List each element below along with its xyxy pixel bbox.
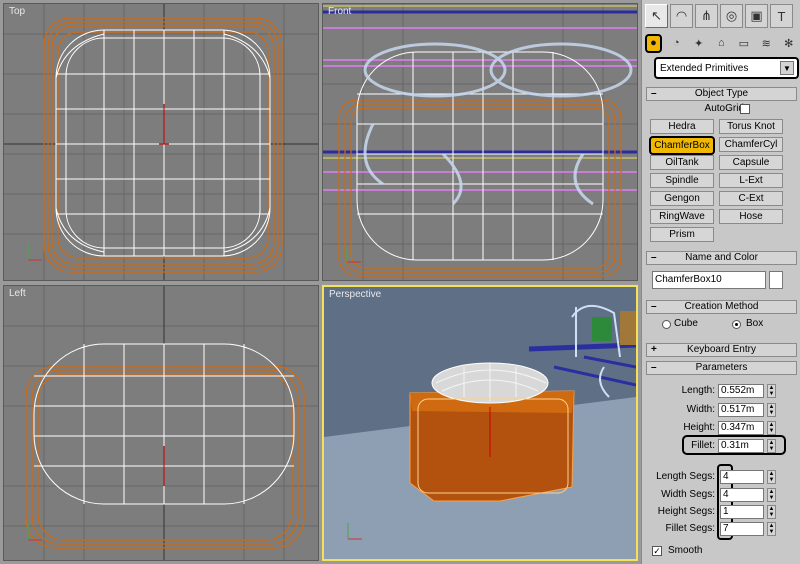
rollout-creation-method[interactable]: – Creation Method: [646, 300, 797, 314]
fillet-segs-field[interactable]: 7: [720, 522, 764, 536]
ringwave-button[interactable]: RingWave: [650, 209, 714, 224]
rollout-parameters[interactable]: – Parameters: [646, 361, 797, 375]
cube-radio-label: Cube: [674, 318, 698, 329]
spindle-button[interactable]: Spindle: [650, 173, 714, 188]
fillet-segs-label: Fillet Segs:: [665, 523, 715, 534]
collapse-icon: –: [651, 252, 657, 263]
capsule-button[interactable]: Capsule: [719, 155, 783, 170]
viewport-label-perspective[interactable]: Perspective: [329, 289, 381, 300]
length-spinner[interactable]: ▲ ▼: [767, 384, 776, 398]
smooth-label: Smooth: [668, 545, 703, 556]
rollout-creation-method-title: Creation Method: [684, 301, 759, 312]
cameras-icon[interactable]: ⌂: [713, 34, 730, 53]
width-spinner[interactable]: ▲ ▼: [767, 403, 776, 417]
hedra-button[interactable]: Hedra: [650, 119, 714, 134]
height-segs-spinner[interactable]: ▲ ▼: [767, 505, 776, 519]
viewport-area: Top Front Left Perspective: [0, 0, 641, 564]
rollout-parameters-title: Parameters: [695, 362, 748, 373]
rollout-name-and-color[interactable]: – Name and Color: [646, 251, 797, 265]
length-segs-spinner[interactable]: ▲ ▼: [767, 470, 776, 484]
width-segs-spinner[interactable]: ▲ ▼: [767, 488, 776, 502]
collapse-icon: –: [651, 362, 657, 373]
shapes-icon[interactable]: ◔: [668, 34, 685, 53]
object-name-field[interactable]: ChamferBox10: [652, 271, 766, 289]
viewport-label-left[interactable]: Left: [9, 288, 26, 299]
height-spinner[interactable]: ▲ ▼: [767, 421, 776, 435]
length-segs-field[interactable]: 4: [720, 470, 764, 484]
l-ext-button[interactable]: L-Ext: [719, 173, 783, 188]
spacewarps-icon[interactable]: ≋: [758, 34, 775, 53]
height-field[interactable]: 0.347m: [718, 421, 764, 435]
length-field[interactable]: 0.552m: [718, 384, 764, 398]
height-segs-label: Height Segs:: [657, 506, 715, 517]
autogrid-label: AutoGrid: [704, 103, 744, 114]
top-wireframe: [4, 4, 318, 280]
prism-button[interactable]: Prism: [650, 227, 714, 242]
gengon-button[interactable]: Gengon: [650, 191, 714, 206]
smooth-checkbox[interactable]: ✓: [652, 546, 662, 556]
helpers-icon[interactable]: ▭: [736, 34, 753, 53]
c-ext-button[interactable]: C-Ext: [719, 191, 783, 206]
fillet-label: Fillet:: [691, 440, 715, 451]
width-segs-field[interactable]: 4: [720, 488, 764, 502]
front-wireframe: [323, 4, 637, 280]
viewport-label-top[interactable]: Top: [9, 6, 25, 17]
create-tab-icon[interactable]: ↖: [645, 4, 668, 28]
viewport-left[interactable]: Left: [3, 285, 319, 561]
oiltank-button[interactable]: OilTank: [650, 155, 714, 170]
expand-icon: +: [651, 344, 657, 355]
object-color-swatch[interactable]: [769, 271, 783, 289]
box-radio-label: Box: [746, 318, 764, 329]
viewport-front[interactable]: Front: [322, 3, 638, 281]
height-segs-field[interactable]: 1: [720, 505, 764, 519]
chamfercyl-button[interactable]: ChamferCyl: [719, 137, 783, 152]
fillet-field[interactable]: 0.31m: [718, 439, 764, 453]
display-tab-icon[interactable]: ▣: [745, 4, 768, 28]
torus-knot-button[interactable]: Torus Knot: [719, 119, 783, 134]
utilities-tab-icon[interactable]: T: [770, 4, 793, 28]
viewport-perspective[interactable]: Perspective: [322, 285, 638, 561]
width-label: Width:: [686, 404, 715, 415]
panel-tabs: ↖ ◠ ⋔ ◎ ▣ T: [645, 4, 797, 30]
motion-tab-icon[interactable]: ◎: [720, 4, 743, 28]
length-label: Length:: [681, 385, 715, 396]
hierarchy-tab-icon[interactable]: ⋔: [695, 4, 718, 28]
category-dropdown-value: Extended Primitives: [660, 62, 749, 74]
fillet-spinner[interactable]: ▲ ▼: [767, 439, 776, 453]
rollout-keyboard-entry-title: Keyboard Entry: [687, 344, 756, 355]
modify-tab-icon[interactable]: ◠: [670, 4, 693, 28]
create-categories: ● ◔ ✦ ⌂ ▭ ≋ ✻: [645, 33, 797, 53]
autogrid-checkbox[interactable]: [740, 104, 750, 114]
perspective-scene: [324, 305, 636, 559]
height-label: Height:: [683, 422, 715, 433]
viewport-top[interactable]: Top: [3, 3, 319, 281]
lights-icon[interactable]: ✦: [691, 34, 708, 53]
fillet-segs-spinner[interactable]: ▲ ▼: [767, 522, 776, 536]
category-dropdown[interactable]: Extended Primitives ▼: [654, 57, 799, 79]
left-wireframe: [4, 286, 318, 560]
collapse-icon: –: [651, 88, 657, 99]
viewport-label-front[interactable]: Front: [328, 6, 351, 17]
chamferbox-button[interactable]: ChamferBox: [649, 136, 715, 155]
width-segs-label: Width Segs:: [661, 489, 715, 500]
width-field[interactable]: 0.517m: [718, 403, 764, 417]
cube-radio[interactable]: [662, 320, 671, 329]
rollout-name-and-color-title: Name and Color: [685, 252, 758, 263]
hose-button[interactable]: Hose: [719, 209, 783, 224]
collapse-icon: –: [651, 301, 657, 312]
command-panel: ↖ ◠ ⋔ ◎ ▣ T ● ◔ ✦ ⌂ ▭ ≋ ✻ Extended Primi…: [641, 0, 800, 564]
length-segs-label: Length Segs:: [656, 471, 715, 482]
rollout-keyboard-entry[interactable]: + Keyboard Entry: [646, 343, 797, 357]
geometry-icon[interactable]: ●: [645, 33, 663, 53]
rollout-object-type-title: Object Type: [694, 88, 749, 99]
chevron-down-icon: ▼: [780, 61, 794, 75]
rollout-object-type[interactable]: – Object Type: [646, 87, 797, 101]
systems-icon[interactable]: ✻: [781, 34, 798, 53]
box-radio[interactable]: [732, 320, 741, 329]
